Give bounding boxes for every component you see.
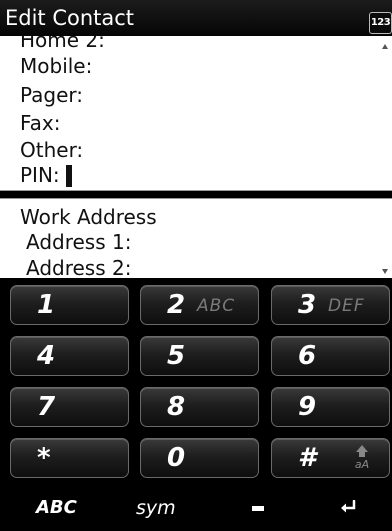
input-mode-indicator: 123 bbox=[369, 12, 392, 34]
key-2[interactable]: 2 ABC bbox=[140, 285, 259, 325]
key-digit: 8 bbox=[167, 392, 186, 422]
key-7[interactable]: 7 bbox=[10, 387, 129, 427]
key-star[interactable]: * bbox=[10, 438, 129, 478]
mobile-field[interactable]: Mobile: bbox=[20, 55, 92, 78]
key-digit: # bbox=[298, 443, 317, 473]
title-bar: Edit Contact 123 bbox=[0, 0, 392, 36]
key-digit: 3 bbox=[298, 290, 317, 320]
abc-mode-button[interactable]: ABC bbox=[36, 490, 77, 526]
key-digit: 6 bbox=[298, 341, 317, 371]
key-digit: 9 bbox=[298, 392, 317, 422]
shift-label: aA bbox=[354, 458, 370, 471]
fax-field[interactable]: Fax: bbox=[20, 112, 61, 135]
key-1[interactable]: 1 bbox=[10, 285, 129, 325]
pin-field[interactable]: PIN: bbox=[20, 164, 72, 187]
pin-field-label: PIN: bbox=[20, 163, 60, 187]
page-title: Edit Contact bbox=[5, 6, 135, 30]
address-panel: Work Address Address 1: Address 2: bbox=[0, 198, 392, 278]
space-icon[interactable] bbox=[252, 506, 264, 511]
key-hash[interactable]: # aA bbox=[271, 438, 390, 478]
key-4[interactable]: 4 bbox=[10, 336, 129, 376]
key-digit: 7 bbox=[37, 392, 56, 422]
work-address-heading: Work Address bbox=[20, 205, 157, 229]
key-5[interactable]: 5 bbox=[140, 336, 259, 376]
address2-field[interactable]: Address 2: bbox=[26, 257, 131, 279]
key-digit: 1 bbox=[37, 290, 56, 320]
scroll-down-icon bbox=[382, 269, 388, 274]
key-digit: 4 bbox=[37, 341, 56, 371]
key-3[interactable]: 3 DEF bbox=[271, 285, 390, 325]
key-9[interactable]: 9 bbox=[271, 387, 390, 427]
virtual-keypad: 1 2 ABC 3 DEF 4 5 6 7 8 9 * 0 # aA ABC s… bbox=[0, 278, 392, 531]
key-digit: 0 bbox=[167, 443, 186, 473]
key-6[interactable]: 6 bbox=[271, 336, 390, 376]
home2-field[interactable]: Home 2: bbox=[20, 36, 105, 52]
shift-icon: aA bbox=[352, 445, 372, 475]
key-digit: 5 bbox=[167, 341, 186, 371]
other-field[interactable]: Other: bbox=[20, 139, 83, 162]
address1-field[interactable]: Address 1: bbox=[26, 231, 131, 254]
key-digit: 2 bbox=[167, 290, 186, 320]
key-0[interactable]: 0 bbox=[140, 438, 259, 478]
key-letters: DEF bbox=[328, 296, 365, 316]
scroll-up-icon bbox=[382, 44, 388, 49]
symbol-button[interactable]: sym bbox=[136, 490, 176, 526]
enter-button[interactable] bbox=[340, 490, 360, 526]
pager-field[interactable]: Pager: bbox=[20, 84, 83, 107]
key-letters: ABC bbox=[197, 296, 236, 316]
phone-fields-panel: Home 2: Mobile: Pager: Fax: Other: PIN: bbox=[0, 36, 392, 191]
key-8[interactable]: 8 bbox=[140, 387, 259, 427]
enter-icon bbox=[341, 500, 356, 513]
key-digit: * bbox=[37, 443, 51, 473]
text-cursor bbox=[65, 164, 72, 187]
